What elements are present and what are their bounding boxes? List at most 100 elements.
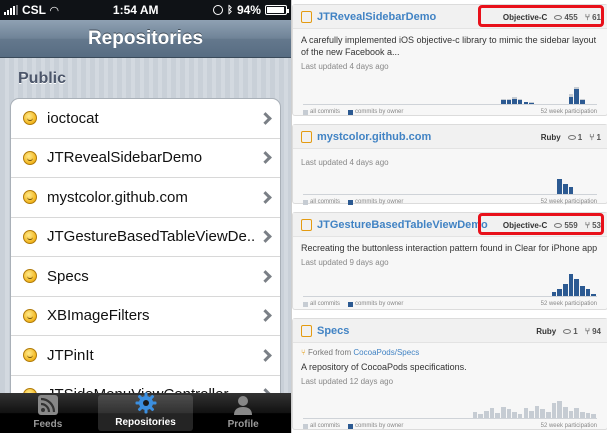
repo-row[interactable]: XBImageFilters xyxy=(11,297,280,336)
participation-bar-owner xyxy=(563,283,568,296)
repo-row[interactable]: Specs xyxy=(11,257,280,297)
participation-graph xyxy=(303,81,597,105)
gear-icon xyxy=(135,392,157,414)
section-header-public: Public xyxy=(18,70,67,87)
repo-card-body: Recreating the buttonless interaction pa… xyxy=(293,237,607,267)
watchers-stat[interactable]: 1 xyxy=(563,327,578,336)
repo-card-body: A carefully implemented iOS objective-c … xyxy=(293,29,607,71)
battery-percent: 94% xyxy=(236,3,261,17)
repo-book-icon xyxy=(301,10,312,23)
legend-all: all commits xyxy=(310,109,341,115)
last-updated: Last updated 4 days ago xyxy=(301,158,389,167)
fork-icon: ⑂ xyxy=(584,326,591,336)
watchers-stat[interactable]: 559 xyxy=(554,220,578,230)
bluetooth-icon: ᛒ xyxy=(226,4,233,16)
battery-icon xyxy=(264,5,289,15)
forks-stat[interactable]: ⑂ 94 xyxy=(585,326,601,336)
watchers-stat[interactable]: 1 xyxy=(567,133,582,142)
participation-bar-owner xyxy=(500,100,506,104)
tab-profile[interactable]: Profile xyxy=(195,393,291,433)
participation-bar-all xyxy=(523,408,529,418)
participation-bar-owner xyxy=(529,102,534,104)
repo-card: JTRevealSidebarDemo Objective-C 455 ⑂ 61 A ca… xyxy=(292,4,607,116)
forks-stat[interactable]: ⑂ 53 xyxy=(585,220,601,230)
repo-language: Ruby xyxy=(536,326,557,336)
repo-row[interactable]: JTSideMenuViewController xyxy=(11,376,280,393)
eye-icon xyxy=(567,134,576,140)
chevron-right-icon xyxy=(259,111,272,125)
legend-all: all commits xyxy=(310,423,341,429)
participation-bar-all xyxy=(483,410,489,418)
repo-row[interactable]: ioctocat xyxy=(11,99,280,139)
rotation-lock-icon xyxy=(212,5,223,15)
participation-bar-owner xyxy=(506,100,512,104)
forks-stat[interactable]: ⑂ 1 xyxy=(589,132,601,142)
legend-swatch-all xyxy=(303,109,308,115)
repo-stats: Ruby 1 ⑂ 1 xyxy=(541,125,601,149)
participation-bar-owner xyxy=(568,274,574,296)
participation-graph xyxy=(303,171,597,195)
repo-description: A carefully implemented iOS objective-c … xyxy=(301,35,597,57)
repository-table[interactable]: Public ioctocat JTRevealSidebarDemo mystco… xyxy=(0,58,291,393)
repo-stats: Objective-C 559 ⑂ 53 xyxy=(503,213,601,237)
participation-bar-all xyxy=(472,411,478,418)
repo-card-header: mystcolor.github.com Ruby 1 ⑂ 1 xyxy=(293,125,607,149)
repo-row[interactable]: JTPinIt xyxy=(11,336,280,376)
participation-bar-all xyxy=(585,413,591,418)
repo-name: mystcolor.github.com xyxy=(47,188,188,206)
participation-bar-owner xyxy=(580,100,585,104)
repo-link[interactable]: Specs xyxy=(317,325,349,337)
last-updated: Last updated 4 days ago xyxy=(301,62,389,71)
repo-row[interactable]: JTGestureBasedTableViewDe... xyxy=(11,218,280,257)
octocat-face-icon xyxy=(23,348,37,363)
repo-book-icon xyxy=(301,324,312,337)
participation-graph xyxy=(303,395,597,419)
legend-participation: 52 week participation xyxy=(540,109,597,115)
participation-bar-all xyxy=(551,403,557,418)
participation-bar-all xyxy=(568,410,574,418)
participation-legend: all commits commits by owner 52 week parti… xyxy=(303,421,597,431)
repo-link[interactable]: JTGestureBasedTableViewDemo xyxy=(317,219,488,231)
repo-language: Ruby xyxy=(540,132,561,142)
octocat-face-icon xyxy=(23,229,37,244)
repo-language: Objective-C xyxy=(502,12,548,22)
tab-feeds[interactable]: Feeds xyxy=(0,393,96,433)
repo-link[interactable]: JTRevealSidebarDemo xyxy=(317,11,436,23)
legend-participation: 52 week participation xyxy=(540,199,597,205)
legend-owner: commits by owner xyxy=(355,109,404,115)
repo-card-body: Last updated 4 days ago xyxy=(293,149,607,167)
tab-repositories[interactable]: Repositories xyxy=(97,392,194,431)
repo-row[interactable]: mystcolor.github.com xyxy=(11,178,280,218)
chevron-right-icon xyxy=(259,348,272,362)
fork-icon: ⑂ xyxy=(584,220,591,230)
person-icon xyxy=(232,394,254,416)
repo-name: JTGestureBasedTableViewDe... xyxy=(47,228,255,246)
chevron-right-icon xyxy=(259,309,272,323)
repo-name: JTPinIt xyxy=(47,346,94,364)
participation-bar-owner xyxy=(563,184,568,194)
repo-name: JTRevealSidebarDemo xyxy=(47,149,203,167)
legend-owner: commits by owner xyxy=(355,199,404,205)
chevron-right-icon xyxy=(259,269,272,283)
repo-row[interactable]: JTRevealSidebarDemo xyxy=(11,139,280,178)
repo-card: JTGestureBasedTableViewDemo Objective-C 55… xyxy=(292,212,607,310)
repo-description: Recreating the buttonless interaction pa… xyxy=(301,243,598,253)
wifi-icon: ◠ xyxy=(50,4,59,17)
participation-bar-all xyxy=(495,413,500,418)
legend-all: all commits xyxy=(310,199,341,205)
participation-bar-all xyxy=(489,408,495,418)
repo-card-header: JTRevealSidebarDemo Objective-C 455 ⑂ 61 xyxy=(293,5,607,29)
watchers-stat[interactable]: 455 xyxy=(554,13,578,22)
participation-bar-all xyxy=(540,409,546,418)
participation-bar-owner xyxy=(574,278,580,296)
repo-link[interactable]: mystcolor.github.com xyxy=(317,131,431,143)
participation-bar-owner xyxy=(551,292,557,296)
watchers-count: 559 xyxy=(564,220,578,230)
repo-description: A repository of CocoaPods specifications… xyxy=(301,362,467,372)
forked-from-link[interactable]: CocoaPods/Specs xyxy=(353,348,419,357)
eye-icon xyxy=(563,328,572,334)
eye-icon xyxy=(554,222,563,228)
forks-stat[interactable]: ⑂ 61 xyxy=(585,12,601,22)
chevron-right-icon xyxy=(259,230,272,244)
tab-label: Repositories xyxy=(115,417,176,428)
